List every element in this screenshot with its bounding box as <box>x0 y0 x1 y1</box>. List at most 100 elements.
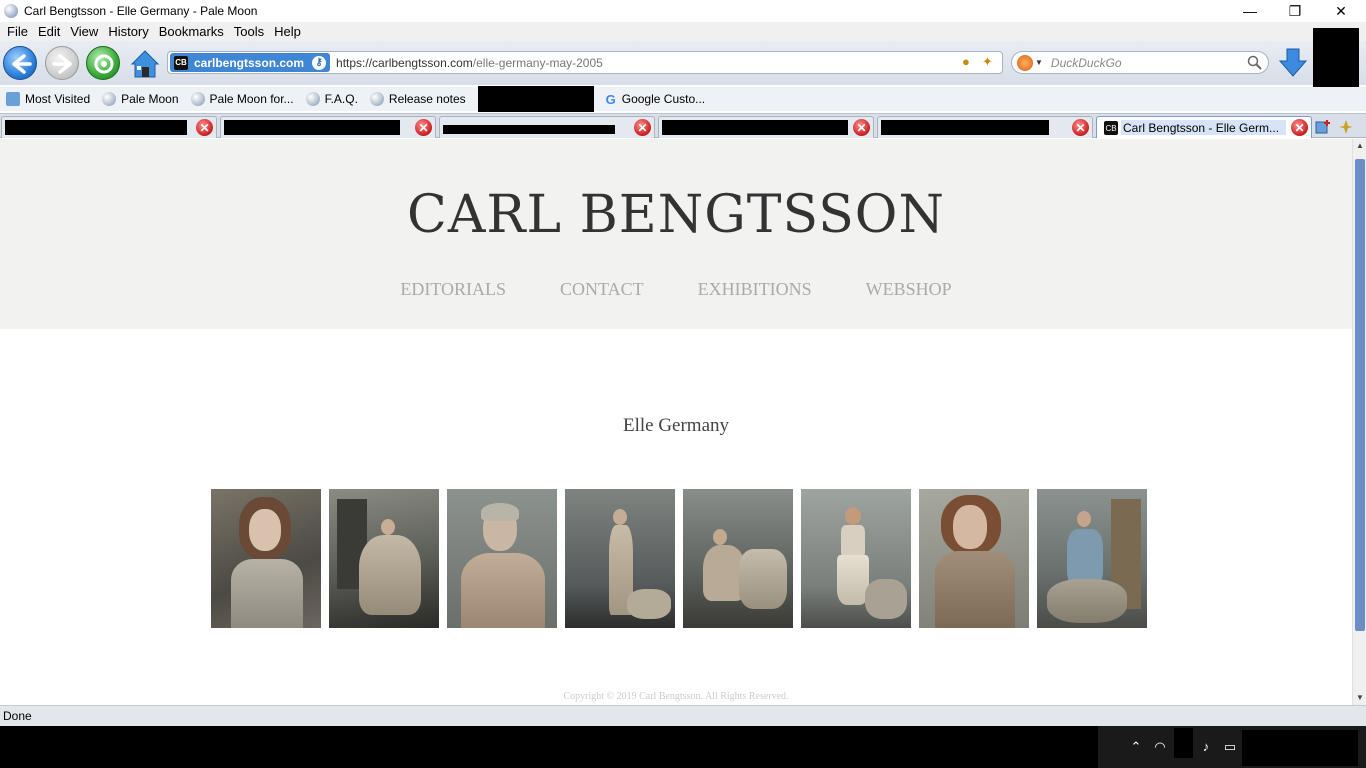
secure-key-icon: ⚷ <box>312 55 327 70</box>
chevron-down-icon[interactable]: ▼ <box>1035 58 1043 67</box>
menu-bookmarks[interactable]: Bookmarks <box>154 24 229 39</box>
bookmark-google-custom[interactable]: G Google Custo... <box>606 92 706 107</box>
close-tab-icon[interactable]: ✕ <box>196 119 213 136</box>
bookmark-label: Release notes <box>388 92 466 106</box>
bookmark-star-icon[interactable]: ✦ <box>982 55 996 69</box>
gallery-photo-3[interactable] <box>447 489 557 628</box>
site-nav: EDITORIALS CONTACT EXHIBITIONS WEBSHOP <box>0 279 1352 300</box>
search-placeholder: DuckDuckGo <box>1050 55 1122 70</box>
url-text[interactable]: https://carlbengtsson.com/elle-germany-m… <box>336 56 603 70</box>
pale-moon-icon <box>4 4 18 18</box>
site-title[interactable]: CARL BENGTSSON <box>0 185 1352 245</box>
gallery-photo-5[interactable] <box>683 489 793 628</box>
minimize-button[interactable]: — <box>1227 0 1273 22</box>
tab-list-icon[interactable] <box>1338 119 1354 135</box>
site-favicon: CB <box>1104 121 1118 135</box>
close-tab-icon[interactable]: ✕ <box>1072 119 1089 136</box>
scroll-up-icon[interactable]: ▲ <box>1355 141 1365 151</box>
menu-edit[interactable]: Edit <box>33 24 65 39</box>
search-bar[interactable]: ▼ DuckDuckGo <box>1011 51 1269 74</box>
reload-button[interactable] <box>86 46 120 80</box>
forward-button[interactable] <box>45 46 79 80</box>
back-arrow-icon <box>12 54 32 74</box>
menu-history[interactable]: History <box>103 24 153 39</box>
restore-button[interactable]: ❐ <box>1272 0 1318 22</box>
menu-tools[interactable]: Tools <box>229 24 269 39</box>
most-visited-icon <box>6 92 20 106</box>
bookmark-pale-moon-forum[interactable]: Pale Moon for... <box>190 92 294 106</box>
volume-icon[interactable]: ♪ <box>1198 739 1214 755</box>
globe-icon <box>190 92 205 106</box>
identity-label: carlbengtsson.com <box>194 55 305 70</box>
location-pin-icon[interactable]: ● <box>962 55 976 69</box>
vertical-scrollbar[interactable]: ▲ ▼ <box>1352 139 1366 705</box>
tab-redacted-4[interactable]: ✕ <box>658 116 874 138</box>
scroll-down-icon[interactable]: ▼ <box>1355 693 1365 703</box>
window-title: Carl Bengtsson - Elle Germany - Pale Moo… <box>24 4 258 18</box>
page-heading: Elle Germany <box>622 415 730 436</box>
bookmark-release-notes[interactable]: Release notes <box>369 92 466 106</box>
bookmark-faq[interactable]: F.A.Q. <box>305 92 358 106</box>
reload-icon <box>94 54 114 74</box>
nav-editorials[interactable]: EDITORIALS <box>400 279 506 300</box>
globe-icon <box>102 92 117 106</box>
downloads-icon[interactable] <box>1276 47 1310 79</box>
close-tab-icon[interactable]: ✕ <box>634 119 651 136</box>
tab-bar: ✕ ✕ ✕ ✕ ✕ CB Carl Bengtsson - Elle Germ.… <box>0 113 1366 138</box>
tab-redacted-1[interactable]: ✕ <box>1 116 217 138</box>
gallery-photo-2[interactable] <box>329 489 439 628</box>
bookmark-label: Pale Moon <box>121 92 179 106</box>
tab-redacted-2[interactable]: ✕ <box>220 116 436 138</box>
tab-redacted-3[interactable]: ✕ <box>439 116 655 138</box>
menu-file[interactable]: File <box>2 24 33 39</box>
back-button[interactable] <box>3 46 37 80</box>
bookmark-label: Google Custo... <box>621 92 706 106</box>
home-button[interactable] <box>128 46 162 80</box>
menu-help[interactable]: Help <box>269 24 306 39</box>
bookmark-label: Pale Moon for... <box>209 92 294 106</box>
nav-contact[interactable]: CONTACT <box>560 279 644 300</box>
os-taskbar: ⌃ ◠ ♪ ▭ <box>0 726 1366 768</box>
home-icon <box>130 50 160 78</box>
close-tab-icon[interactable]: ✕ <box>853 119 870 136</box>
menu-view[interactable]: View <box>65 24 103 39</box>
gallery-photo-4[interactable] <box>565 489 675 628</box>
address-bar[interactable]: CB carlbengtsson.com ⚷ https://carlbengt… <box>167 51 1003 74</box>
url-host: https://carlbengtsson.com <box>336 55 473 70</box>
redacted-toolbar-area <box>1313 28 1359 88</box>
bookmark-most-visited[interactable]: Most Visited <box>6 92 90 106</box>
window-titlebar: Carl Bengtsson - Elle Germany - Pale Moo… <box>0 0 1366 22</box>
page-content: CARL BENGTSSON EDITORIALS CONTACT EXHIBI… <box>0 139 1352 705</box>
gallery-photo-7[interactable] <box>919 489 1029 628</box>
bookmark-label: Most Visited <box>25 92 91 106</box>
site-identity-button[interactable]: CB carlbengtsson.com ⚷ <box>170 53 331 72</box>
nav-exhibitions[interactable]: EXHIBITIONS <box>698 279 812 300</box>
redacted-tab-title <box>224 120 400 135</box>
battery-icon[interactable]: ▭ <box>1222 739 1238 755</box>
nav-webshop[interactable]: WEBSHOP <box>866 279 952 300</box>
site-header: CARL BENGTSSON EDITORIALS CONTACT EXHIBI… <box>0 139 1352 329</box>
bookmark-pale-moon[interactable]: Pale Moon <box>102 92 179 106</box>
tab-title: Carl Bengtsson - Elle Germ... <box>1123 121 1280 135</box>
chevron-up-icon[interactable]: ⌃ <box>1128 739 1144 755</box>
redacted-clock <box>1242 730 1358 766</box>
gallery-photo-6[interactable] <box>801 489 911 628</box>
forward-arrow-icon <box>52 54 72 74</box>
close-button[interactable]: ✕ <box>1318 0 1364 22</box>
tab-active[interactable]: CB Carl Bengtsson - Elle Germ... ✕ <box>1096 116 1312 138</box>
gallery-photo-8[interactable] <box>1037 489 1147 628</box>
scrollbar-thumb[interactable] <box>1355 159 1365 631</box>
tab-redacted-5[interactable]: ✕ <box>877 116 1093 138</box>
bookmark-label: F.A.Q. <box>324 92 358 106</box>
close-tab-icon[interactable]: ✕ <box>415 119 432 136</box>
close-tab-icon[interactable]: ✕ <box>1291 119 1308 136</box>
globe-icon <box>369 92 384 106</box>
gallery-photo-1[interactable] <box>211 489 321 628</box>
search-icon[interactable] <box>1247 55 1262 70</box>
redacted-tab-title <box>5 120 187 135</box>
new-tab-icon[interactable] <box>1315 119 1331 135</box>
globe-icon <box>305 92 320 106</box>
search-engine-icon[interactable] <box>1017 54 1033 71</box>
wifi-icon[interactable]: ◠ <box>1152 739 1168 755</box>
copyright-text: Copyright © 2019 Carl Bengtsson. All Rig… <box>563 691 789 702</box>
